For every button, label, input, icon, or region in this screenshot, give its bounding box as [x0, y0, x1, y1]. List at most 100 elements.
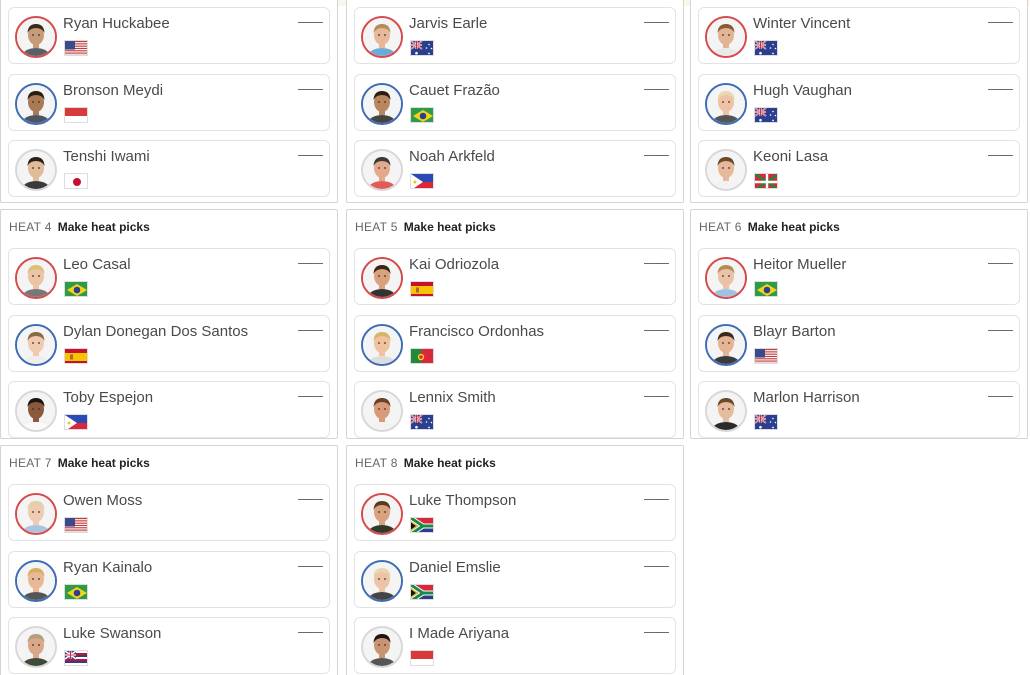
surfer-avatar — [361, 257, 403, 299]
brazil-flag-icon — [754, 281, 778, 297]
heat-box: HEAT 7 Make heat picks Owen Moss —— Ryan K… — [0, 445, 338, 675]
australia-flag-icon — [754, 414, 778, 430]
surfer-avatar — [705, 16, 747, 58]
surfer-score: —— — [644, 14, 669, 29]
surfer-card[interactable]: Luke Swanson —— — [8, 617, 330, 674]
heat-box: HEAT 5 Make heat picks Kai Odriozola —— Fr… — [346, 209, 684, 439]
spain-flag-icon — [64, 347, 88, 364]
make-heat-picks-link[interactable]: Make heat picks — [748, 220, 840, 234]
surfer-name: Jarvis Earle — [409, 15, 488, 32]
surfer-score: —— — [988, 147, 1013, 162]
surfer-score: —— — [644, 491, 669, 506]
surfer-score: —— — [644, 255, 669, 270]
surfer-name: Kai Odriozola — [409, 256, 500, 273]
surfer-card[interactable]: Cauet Frazão —— — [354, 73, 676, 131]
brazil-flag-icon — [410, 106, 434, 123]
heat-box: Winter Vincent —— Hugh Vaughan —— Keoni … — [690, 0, 1028, 203]
surfer-card[interactable]: Jarvis Earle —— — [354, 7, 676, 64]
surfer-score: —— — [644, 624, 669, 639]
surfer-name: Lennix Smith — [409, 389, 496, 406]
surfer-score: —— — [298, 557, 323, 573]
surfer-card[interactable]: Marlon Harrison —— — [698, 381, 1020, 438]
surfer-card[interactable]: Heitor Mueller —— — [698, 248, 1020, 305]
surfer-name: Winter Vincent — [753, 15, 851, 32]
surfer-card[interactable]: Hugh Vaughan —— — [698, 73, 1020, 131]
australia-flag-icon — [754, 106, 778, 123]
surfer-name: Heitor Mueller — [753, 256, 847, 273]
surfer-card[interactable]: Francisco Ordonhas —— — [354, 314, 676, 372]
japan-flag-icon — [64, 173, 88, 189]
surfer-card[interactable]: Leo Casal —— — [8, 248, 330, 305]
surfer-card[interactable]: Owen Moss —— — [8, 484, 330, 541]
surfer-name: Daniel Emslie — [409, 558, 501, 576]
surfer-score: —— — [988, 255, 1013, 270]
surfer-name: Luke Thompson — [409, 492, 517, 509]
surfer-avatar — [15, 323, 57, 366]
surfer-score: —— — [298, 255, 323, 270]
surfer-avatar — [705, 323, 747, 366]
surfer-name: Owen Moss — [63, 492, 143, 509]
heat-header: HEAT 8 Make heat picks — [347, 446, 683, 476]
surfer-avatar — [705, 82, 747, 125]
surfer-card[interactable]: I Made Ariyana —— — [354, 617, 676, 674]
surfer-avatar — [361, 559, 403, 602]
surfer-score: —— — [298, 14, 323, 29]
surfer-score: —— — [298, 80, 323, 96]
surfer-card[interactable]: Noah Arkfeld —— — [354, 140, 676, 197]
surfer-score: —— — [298, 321, 323, 337]
heat-label: HEAT 7 — [9, 456, 52, 470]
surfer-score: —— — [298, 491, 323, 506]
australia-flag-icon — [410, 414, 434, 430]
surfer-name: Ryan Huckabee — [63, 15, 170, 32]
surfer-name: I Made Ariyana — [409, 625, 510, 642]
usa-flag-icon — [64, 40, 88, 56]
surfer-score: —— — [298, 388, 323, 403]
heat-box: HEAT 4 Make heat picks Leo Casal —— Dylan … — [0, 209, 338, 439]
surfer-avatar — [361, 82, 403, 125]
surfer-card[interactable]: Kai Odriozola —— — [354, 248, 676, 305]
surfer-card[interactable]: Ryan Huckabee —— — [8, 7, 330, 64]
make-heat-picks-link[interactable]: Make heat picks — [58, 456, 150, 470]
surfer-card[interactable]: Tenshi Iwami —— — [8, 140, 330, 197]
surfer-card[interactable]: Ryan Kainalo —— — [8, 550, 330, 608]
heat-box: HEAT 8 Make heat picks Luke Thompson —— D… — [346, 445, 684, 675]
heat-header: HEAT 6 Make heat picks — [691, 210, 1027, 240]
surfer-avatar — [361, 16, 403, 58]
surfer-score: —— — [988, 321, 1013, 337]
surfer-card[interactable]: Blayr Barton —— — [698, 314, 1020, 372]
surfer-name: Keoni Lasa — [753, 148, 829, 165]
surfer-avatar — [361, 626, 403, 668]
surfer-avatar — [361, 323, 403, 366]
usa-flag-icon — [64, 517, 88, 533]
surfer-card[interactable]: Winter Vincent —— — [698, 7, 1020, 64]
surfer-avatar — [15, 390, 57, 432]
southafrica-flag-icon — [410, 583, 434, 600]
surfer-avatar — [705, 390, 747, 432]
surfer-card[interactable]: Daniel Emslie —— — [354, 550, 676, 608]
surfer-avatar — [15, 82, 57, 125]
surfer-card[interactable]: Lennix Smith —— — [354, 381, 676, 438]
heat-box: Ryan Huckabee —— Bronson Meydi —— Tenshi I… — [0, 0, 338, 203]
heat-label: HEAT 4 — [9, 220, 52, 234]
heat-header: HEAT 4 Make heat picks — [1, 210, 337, 240]
surfer-card[interactable]: Keoni Lasa —— — [698, 140, 1020, 197]
surfer-card[interactable]: Dylan Donegan Dos Santos —— — [8, 314, 330, 372]
brazil-flag-icon — [64, 281, 88, 297]
make-heat-picks-link[interactable]: Make heat picks — [58, 220, 150, 234]
spain-flag-icon — [410, 281, 434, 297]
make-heat-picks-link[interactable]: Make heat picks — [404, 456, 496, 470]
surfer-card[interactable]: Luke Thompson —— — [354, 484, 676, 541]
surfer-name: Toby Espejon — [63, 389, 154, 406]
surfer-score: —— — [644, 388, 669, 403]
surfer-name: Noah Arkfeld — [409, 148, 495, 165]
southafrica-flag-icon — [410, 517, 434, 533]
surfer-card[interactable]: Bronson Meydi —— — [8, 73, 330, 131]
surfer-name: Ryan Kainalo — [63, 558, 153, 576]
heat-box: Jarvis Earle —— Cauet Frazão —— Noah Arkf… — [346, 0, 684, 203]
surfer-avatar — [15, 149, 57, 191]
surfer-score: —— — [644, 557, 669, 573]
make-heat-picks-link[interactable]: Make heat picks — [404, 220, 496, 234]
australia-flag-icon — [410, 40, 434, 56]
portugal-flag-icon — [410, 347, 434, 364]
surfer-card[interactable]: Toby Espejon —— — [8, 381, 330, 438]
